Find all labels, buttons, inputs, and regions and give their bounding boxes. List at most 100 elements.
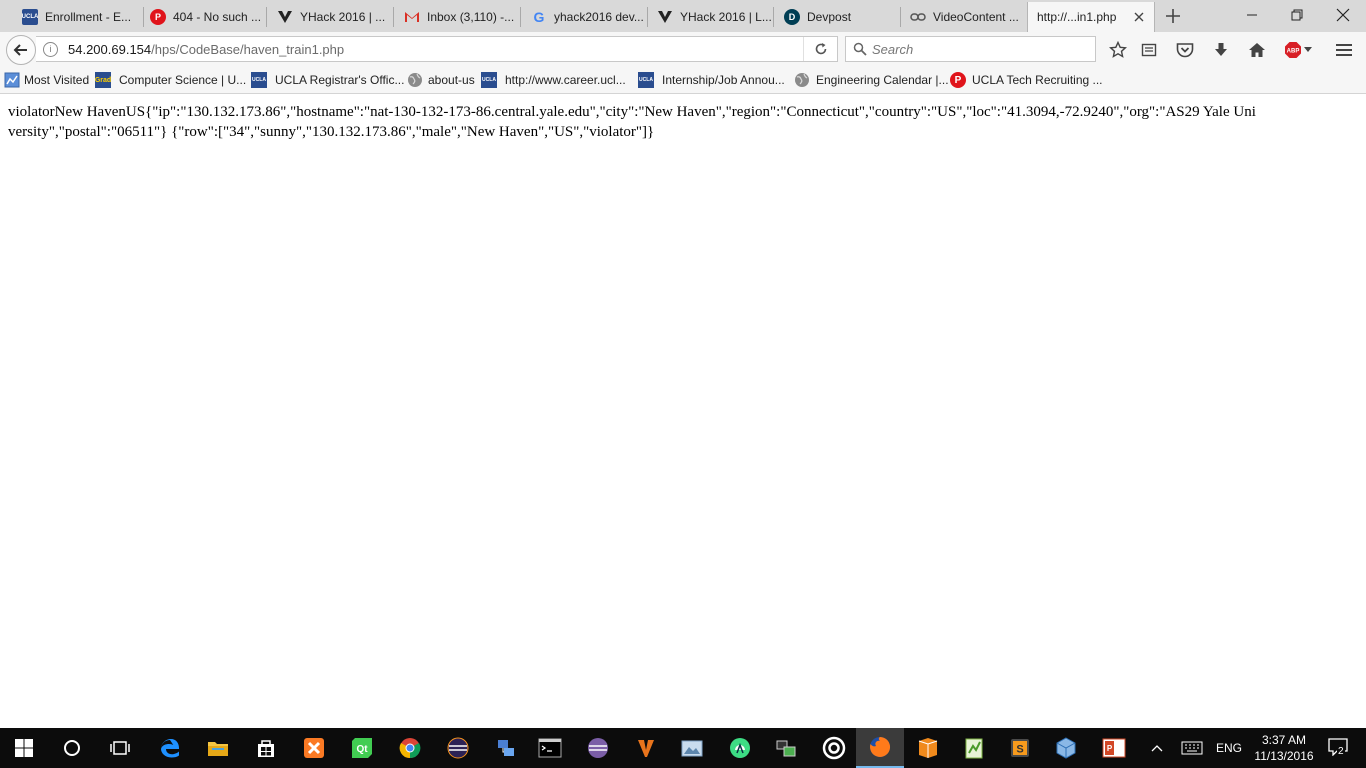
qt-creator-icon[interactable]: Qt — [338, 728, 386, 768]
action-center-icon[interactable]: 2 — [1318, 728, 1358, 768]
bookmark-engineering-calendar[interactable]: Engineering Calendar |... — [794, 72, 949, 88]
sublime-text-icon[interactable]: S — [996, 728, 1044, 768]
tab-yhack2016-dev[interactable]: G yhack2016 dev... — [531, 1, 648, 32]
start-button[interactable] — [0, 728, 48, 768]
tab-label: Inbox (3,110) -... — [427, 9, 515, 24]
windows-taskbar: Qt S P ENG 3:37 AM 11/13/2016 2 — [0, 728, 1366, 768]
url-bar[interactable]: i 54.200.69.154/hps/CodeBase/haven_train… — [36, 36, 838, 62]
svg-text:S: S — [1016, 744, 1023, 756]
ucla-icon: UCLA — [638, 72, 654, 88]
bookmark-label: Most Visited — [24, 73, 90, 87]
gmail-icon — [404, 9, 420, 25]
notification-count: 2 — [1337, 746, 1345, 757]
firefox-icon[interactable] — [856, 728, 904, 768]
minimize-button[interactable] — [1229, 0, 1274, 30]
notepad-plus-icon[interactable] — [950, 728, 998, 768]
yhack-icon — [657, 9, 673, 25]
bookmark-computer-science[interactable]: Grad Computer Science | U... — [95, 72, 246, 88]
info-icon[interactable]: i — [43, 42, 58, 57]
image-viewer-icon[interactable] — [668, 728, 716, 768]
bookmark-career-ucla[interactable]: UCLA http://www.career.ucl... — [481, 72, 626, 88]
vim-v-icon[interactable] — [622, 728, 670, 768]
search-placeholder: Search — [872, 42, 914, 57]
new-tab-button[interactable] — [1163, 6, 1183, 26]
bookmark-star-icon[interactable] — [1108, 40, 1128, 60]
chevron-up-icon[interactable] — [1146, 728, 1168, 768]
virtualbox-icon[interactable] — [1042, 728, 1090, 768]
yhack-icon — [277, 9, 293, 25]
bookmark-label: Internship/Job Annou... — [662, 73, 785, 87]
store-icon[interactable] — [242, 728, 290, 768]
eclipse-ide-icon[interactable] — [574, 728, 622, 768]
url-text[interactable]: 54.200.69.154/hps/CodeBase/haven_train1.… — [68, 42, 344, 57]
link-icon — [910, 9, 926, 25]
abp-label: ABP — [1287, 49, 1300, 55]
ucla-icon: UCLA — [481, 72, 497, 88]
tab-current[interactable]: http://...in1.php — [1027, 2, 1155, 32]
p-red-icon: P — [950, 72, 966, 88]
tab-yhack[interactable]: YHack 2016 | ... — [277, 1, 394, 32]
tab-inbox[interactable]: Inbox (3,110) -... — [404, 1, 521, 32]
tab-label: YHack 2016 | L... — [680, 9, 772, 24]
tab-404[interactable]: P 404 - No such ... — [150, 1, 267, 32]
home-icon[interactable] — [1247, 40, 1267, 60]
hamburger-menu-icon[interactable] — [1334, 40, 1354, 60]
tab-label: Devpost — [807, 9, 852, 24]
tab-videocontent[interactable]: VideoContent ... — [910, 1, 1027, 32]
tab-label: YHack 2016 | ... — [300, 9, 386, 24]
language-indicator[interactable]: ENG — [1212, 728, 1246, 768]
url-path: /hps/CodeBase/haven_train1.php — [151, 42, 345, 57]
chrome-icon[interactable] — [386, 728, 434, 768]
ucla-icon: UCLA — [251, 72, 267, 88]
bookmark-label: Computer Science | U... — [119, 73, 247, 87]
bookmark-most-visited[interactable]: Most Visited — [4, 72, 89, 88]
tab-yhack-l[interactable]: YHack 2016 | L... — [657, 1, 774, 32]
ucla-icon: UCLA — [22, 8, 38, 25]
keyboard-icon[interactable] — [1176, 728, 1208, 768]
android-studio-icon[interactable] — [716, 728, 764, 768]
page-body-text: violatorNew HavenUS{"ip":"130.132.173.86… — [8, 104, 1256, 140]
restore-button[interactable] — [1274, 0, 1319, 30]
bookmark-ucla-tech-recruiting[interactable]: P UCLA Tech Recruiting ... — [950, 72, 1103, 88]
close-window-button[interactable] — [1320, 0, 1365, 30]
bookmark-label: UCLA Tech Recruiting ... — [972, 73, 1103, 87]
ucla-grad-icon: Grad — [95, 72, 111, 88]
tab-devpost[interactable]: D Devpost — [784, 1, 901, 32]
search-input[interactable]: Search — [845, 36, 1096, 62]
orange-box-icon[interactable] — [904, 728, 952, 768]
tab-enrollment[interactable]: UCLA Enrollment - E... — [22, 1, 144, 32]
navigation-toolbar: i 54.200.69.154/hps/CodeBase/haven_train… — [0, 32, 1366, 68]
bookmark-label: UCLA Registrar's Offic... — [275, 73, 405, 87]
adblock-plus-icon[interactable]: ABP — [1283, 40, 1313, 60]
command-prompt-icon[interactable] — [526, 728, 574, 768]
pocket-icon[interactable] — [1175, 40, 1195, 60]
cortana-search-icon[interactable] — [48, 728, 96, 768]
p-red-icon: P — [150, 8, 166, 25]
remote-desktop-icon[interactable] — [762, 728, 810, 768]
powerpoint-icon[interactable]: P — [1090, 728, 1138, 768]
target-app-icon[interactable] — [810, 728, 858, 768]
reader-list-icon[interactable] — [1139, 40, 1159, 60]
download-icon[interactable] — [1211, 40, 1231, 60]
clock[interactable]: 3:37 AM 11/13/2016 — [1249, 732, 1319, 764]
most-visited-icon — [4, 72, 20, 88]
svg-text:Qt: Qt — [356, 744, 368, 755]
eclipse-icon[interactable] — [434, 728, 482, 768]
tab-strip: UCLA Enrollment - E... P 404 - No such .… — [0, 0, 1366, 32]
bookmarks-toolbar: Most Visited Grad Computer Science | U..… — [0, 68, 1366, 94]
reload-icon[interactable] — [803, 37, 838, 61]
clock-time: 3:37 AM — [1261, 733, 1307, 747]
back-button[interactable] — [6, 35, 36, 65]
file-explorer-icon[interactable] — [194, 728, 242, 768]
bookmark-label: about-us — [428, 73, 475, 87]
network-app-icon[interactable] — [482, 728, 530, 768]
bookmark-ucla-registrar[interactable]: UCLA UCLA Registrar's Offic... — [251, 72, 404, 88]
bookmark-about-us[interactable]: about-us — [407, 72, 475, 88]
xampp-icon[interactable] — [290, 728, 338, 768]
task-view-icon[interactable] — [96, 728, 144, 768]
close-tab-icon[interactable] — [1132, 10, 1146, 24]
clock-date: 11/13/2016 — [1254, 749, 1314, 763]
tab-label: yhack2016 dev... — [554, 9, 644, 24]
edge-icon[interactable] — [146, 728, 194, 768]
bookmark-internship[interactable]: UCLA Internship/Job Annou... — [638, 72, 785, 88]
